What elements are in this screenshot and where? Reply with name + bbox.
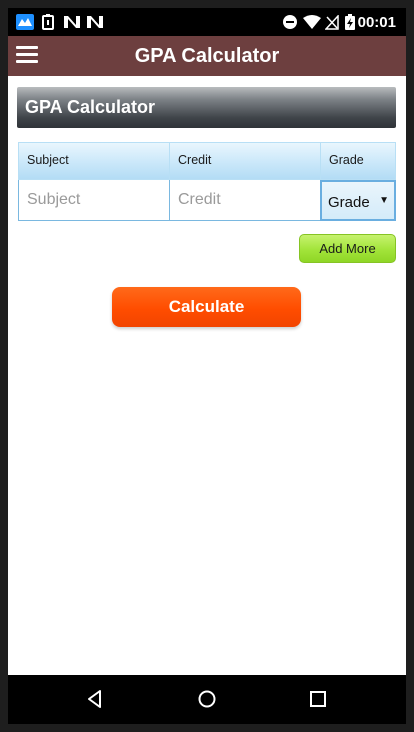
section-title: GPA Calculator	[25, 97, 156, 117]
battery-saver-icon	[42, 14, 54, 30]
do-not-disturb-icon	[282, 14, 298, 30]
status-time: 00:01	[357, 14, 396, 31]
home-icon[interactable]	[195, 687, 219, 711]
back-icon[interactable]	[83, 687, 107, 711]
no-signal-icon	[325, 14, 339, 30]
screen: 00:01 GPA Calculator GPA Calculator Subj…	[8, 8, 406, 724]
credit-cell	[169, 180, 320, 221]
section-header: GPA Calculator	[17, 87, 396, 128]
navigation-bar	[8, 675, 406, 724]
wifi-icon	[303, 14, 321, 30]
battery-charging-icon	[345, 14, 355, 30]
table-header-row: Subject Credit Grade	[18, 142, 396, 180]
app-logo-icon	[16, 14, 34, 30]
recents-icon[interactable]	[306, 687, 330, 711]
notification-n-icon	[86, 14, 104, 30]
column-header-subject: Subject	[18, 142, 169, 180]
grade-select-value: Grade	[328, 194, 370, 211]
grade-select[interactable]: Grade ▼	[320, 180, 396, 221]
add-more-button[interactable]: Add More	[299, 234, 396, 263]
column-header-grade: Grade	[320, 142, 396, 180]
dropdown-arrow-icon: ▼	[379, 195, 389, 206]
notification-n-icon	[63, 14, 81, 30]
device-frame: 00:01 GPA Calculator GPA Calculator Subj…	[0, 0, 414, 732]
table-row: Grade ▼	[18, 180, 396, 221]
gpa-table: Subject Credit Grade Grade ▼	[18, 142, 396, 221]
calculate-button[interactable]: Calculate	[112, 287, 301, 327]
column-header-credit: Credit	[169, 142, 320, 180]
subject-cell	[18, 180, 169, 221]
credit-input[interactable]	[170, 180, 320, 220]
app-title: GPA Calculator	[134, 45, 280, 67]
status-bar: 00:01	[8, 8, 406, 36]
app-bar: GPA Calculator	[8, 36, 406, 76]
subject-input[interactable]	[19, 180, 169, 220]
